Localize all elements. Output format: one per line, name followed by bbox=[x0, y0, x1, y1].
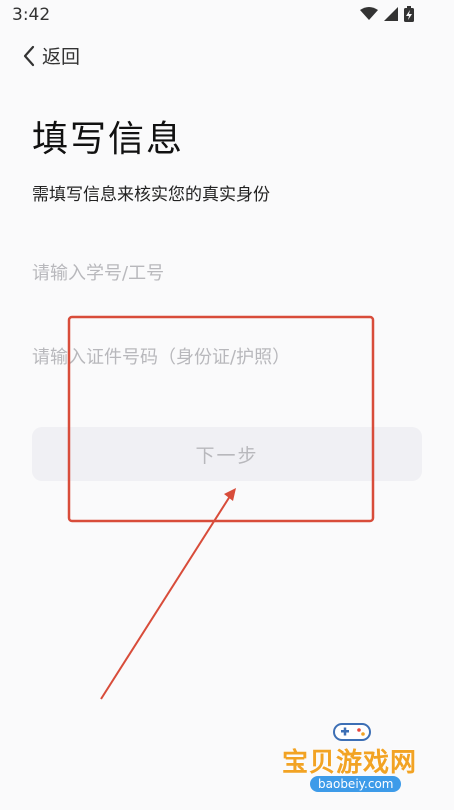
signal-icon bbox=[384, 7, 398, 21]
gamepad-icon bbox=[333, 723, 371, 741]
watermark: 宝贝游戏网 baobeiy.com bbox=[276, 720, 436, 810]
wifi-icon bbox=[360, 7, 378, 20]
page-title: 填写信息 bbox=[32, 119, 185, 160]
annotation-arrow bbox=[100, 492, 233, 700]
watermark-url: baobeiy.com bbox=[310, 776, 402, 792]
next-step-button[interactable]: 下一步 bbox=[32, 427, 422, 481]
battery-charging-icon bbox=[404, 6, 414, 22]
watermark-name: 宝贝游戏网 bbox=[282, 748, 418, 778]
status-time: 3:42 bbox=[12, 5, 51, 25]
arrow-head-icon bbox=[224, 488, 236, 501]
status-icons bbox=[360, 6, 414, 22]
certificate-number-input[interactable] bbox=[32, 337, 422, 377]
back-label: 返回 bbox=[42, 46, 81, 68]
status-bar: 3:42 bbox=[0, 0, 454, 30]
page-subtitle: 需填写信息来核实您的真实身份 bbox=[32, 185, 270, 205]
chevron-left-icon bbox=[23, 45, 35, 66]
back-button[interactable]: 返回 bbox=[22, 42, 80, 69]
student-id-input[interactable] bbox=[32, 253, 422, 293]
